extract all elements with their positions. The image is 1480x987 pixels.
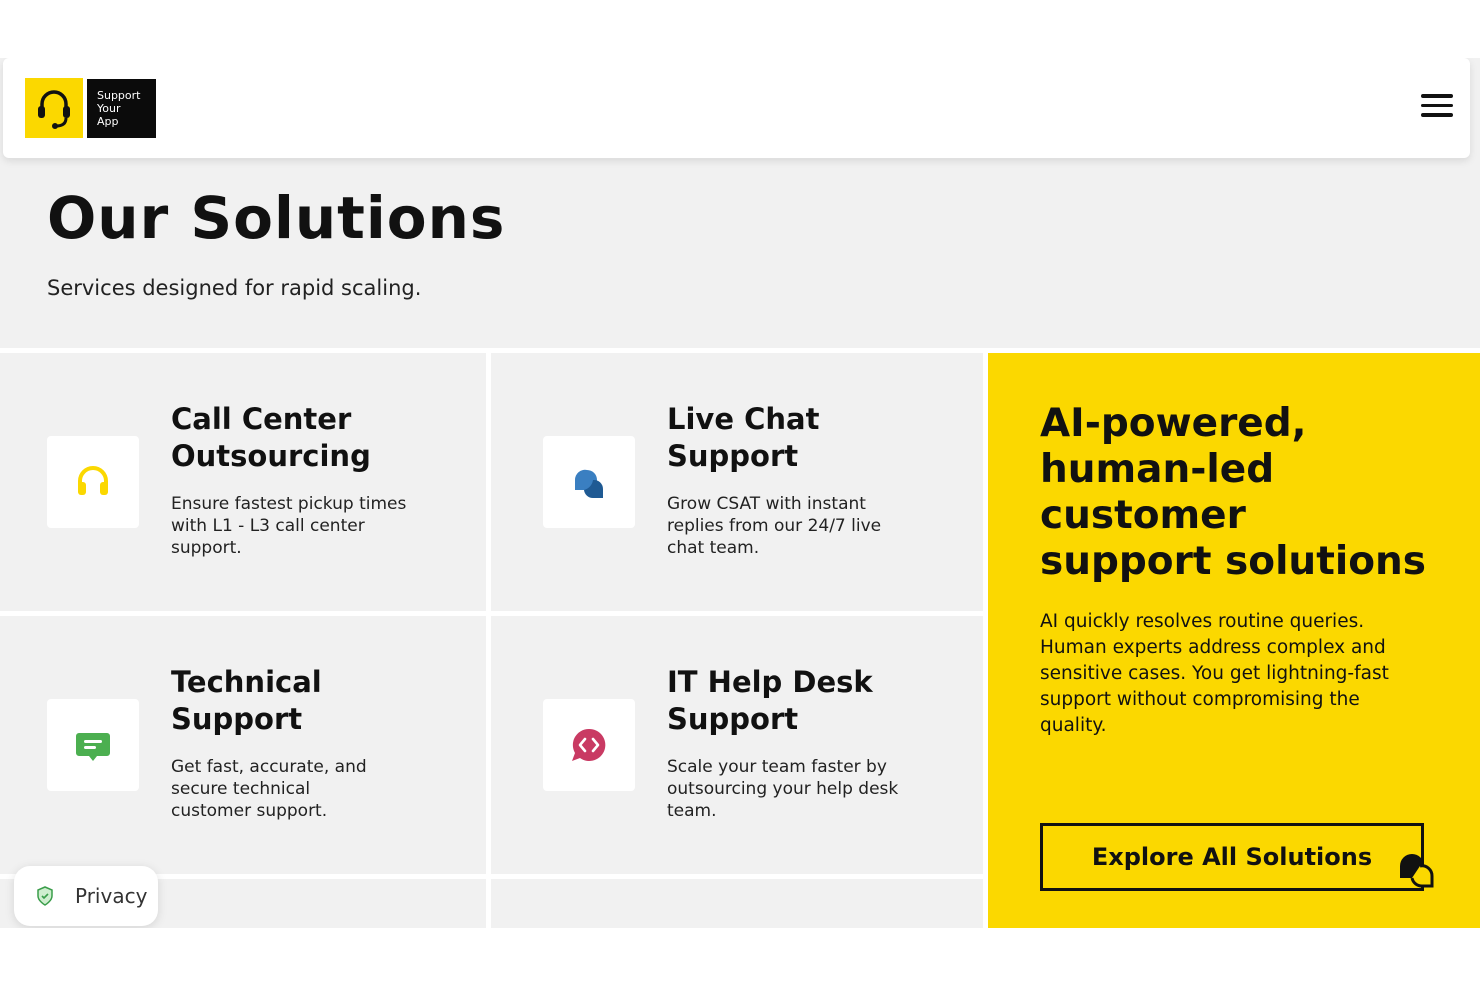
card-title-line: IT Help Desk xyxy=(667,665,873,699)
card-desc-line: team. xyxy=(667,801,717,821)
card-title: IT Help Desk Support xyxy=(667,664,873,738)
card-desc-line: Scale your team faster by xyxy=(667,757,887,777)
hamburger-menu-icon[interactable] xyxy=(1419,94,1455,122)
solution-card-call-center[interactable]: Call Center Outsourcing Ensure fastest p… xyxy=(0,353,486,611)
card-title-line: Live Chat xyxy=(667,402,820,436)
card-desc-line: outsourcing your help desk xyxy=(667,779,899,799)
card-title-line: Support xyxy=(667,439,799,473)
card-desc-line: replies from our 24/7 live xyxy=(667,516,882,536)
card-title: Live Chat Support xyxy=(667,401,819,475)
card-description: Get fast, accurate, and secure technical… xyxy=(171,756,367,822)
promo-text-line: AI quickly resolves routine queries. xyxy=(1040,611,1365,632)
page-subtitle: Services designed for rapid scaling. xyxy=(47,276,422,300)
card-desc-line: Ensure fastest pickup times xyxy=(171,494,407,514)
logo-wordmark[interactable]: Support Your App xyxy=(87,79,156,138)
promo-text-line: sensitive cases. You get lightning-fast xyxy=(1040,663,1389,684)
page-viewport: Support Your App Our Solutions Services … xyxy=(0,58,1480,928)
card-description: Scale your team faster by outsourcing yo… xyxy=(667,756,898,822)
solution-card-technical-support[interactable]: Technical Support Get fast, accurate, an… xyxy=(0,616,486,874)
promo-description: AI quickly resolves routine queries. Hum… xyxy=(1040,609,1440,739)
page-title: Our Solutions xyxy=(47,184,506,252)
logo-line-2: Your xyxy=(97,102,121,115)
card-title-line: Call Center xyxy=(171,402,352,436)
card-title-line: Outsourcing xyxy=(171,439,371,473)
promo-title-line: support solutions xyxy=(1040,539,1426,584)
card-desc-line: secure technical xyxy=(171,779,311,799)
card-title: Technical Support xyxy=(171,664,322,738)
shield-icon xyxy=(34,885,56,907)
card-desc-line: chat team. xyxy=(667,538,760,558)
promo-text-line: Human experts address complex and xyxy=(1040,637,1386,658)
card-desc-line: Get fast, accurate, and xyxy=(171,757,367,777)
chat-widget-icon[interactable] xyxy=(1396,850,1438,890)
message-icon xyxy=(47,699,139,791)
promo-panel: AI-powered, human-led customer support s… xyxy=(988,353,1480,928)
promo-text-line: support without compromising the xyxy=(1040,689,1360,710)
explore-all-solutions-button[interactable]: Explore All Solutions xyxy=(1040,823,1424,891)
logo-line-3: App xyxy=(97,115,119,128)
solution-card-partial[interactable] xyxy=(491,879,983,928)
card-desc-line: support. xyxy=(171,538,242,558)
privacy-button[interactable]: Privacy xyxy=(14,866,158,926)
card-description: Ensure fastest pickup times with L1 - L3… xyxy=(171,493,406,559)
logo-line-1: Support xyxy=(97,89,141,102)
card-desc-line: Grow CSAT with instant xyxy=(667,494,866,514)
card-desc-line: customer support. xyxy=(171,801,328,821)
promo-title-line: AI-powered, xyxy=(1040,401,1307,446)
card-title-line: Technical xyxy=(171,665,322,699)
solution-card-it-help-desk[interactable]: IT Help Desk Support Scale your team fas… xyxy=(491,616,983,874)
promo-title-line: customer xyxy=(1040,493,1246,538)
promo-title: AI-powered, human-led customer support s… xyxy=(1040,401,1440,585)
headset-logo-icon xyxy=(38,90,70,129)
logo-headset-mark[interactable] xyxy=(25,78,83,138)
headset-icon xyxy=(47,436,139,528)
card-desc-line: with L1 - L3 call center xyxy=(171,516,365,536)
privacy-label: Privacy xyxy=(75,884,148,908)
chat-bubbles-icon xyxy=(543,436,635,528)
card-title: Call Center Outsourcing xyxy=(171,401,371,475)
site-header: Support Your App xyxy=(3,58,1470,158)
promo-title-line: human-led xyxy=(1040,447,1275,492)
card-title-line: Support xyxy=(171,702,303,736)
card-title-line: Support xyxy=(667,702,799,736)
code-chat-icon xyxy=(543,699,635,791)
promo-text-line: quality. xyxy=(1040,715,1107,736)
card-description: Grow CSAT with instant replies from our … xyxy=(667,493,881,559)
solution-card-live-chat[interactable]: Live Chat Support Grow CSAT with instant… xyxy=(491,353,983,611)
